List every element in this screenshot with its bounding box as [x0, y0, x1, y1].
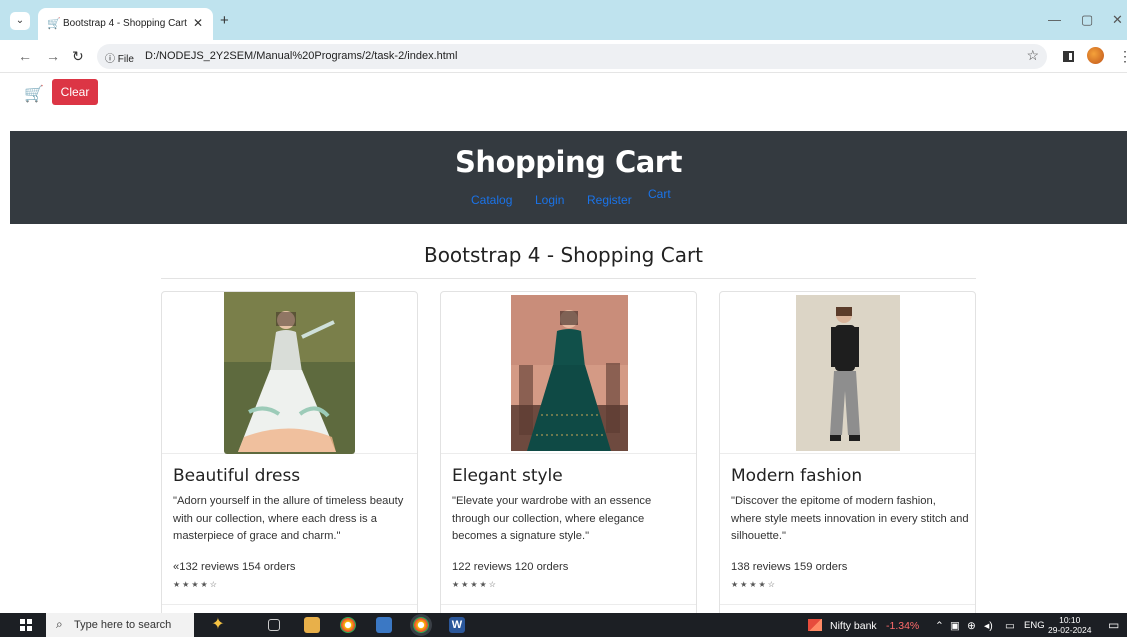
url-text[interactable]: D:/NODEJS_2Y2SEM/Manual%20Programs/2/tas… [145, 50, 457, 62]
address-bar-row: ← → ↻ ⓘ File D:/NODEJS_2Y2SEM/Manual%20P… [0, 40, 1127, 73]
product-image-frame [162, 292, 417, 454]
cart-icon[interactable]: 🛒 [24, 84, 44, 104]
nav-cart[interactable]: Cart [648, 187, 671, 201]
product-description: "Discover the epitome of modern fashion,… [731, 495, 969, 542]
chrome-icon[interactable] [340, 617, 356, 633]
back-icon[interactable]: ← [18, 48, 32, 64]
bookmark-star-icon[interactable]: ☆ [1026, 47, 1039, 64]
new-tab-icon[interactable]: + [220, 13, 229, 28]
product-meta: 122 reviews 120 orders [452, 561, 569, 573]
battery-icon[interactable]: ▭ [1005, 620, 1015, 632]
clear-button[interactable]: Clear [52, 79, 98, 105]
forward-icon[interactable]: → [46, 48, 60, 64]
tab-close-icon[interactable]: ✕ [193, 16, 203, 30]
product-meta: 138 reviews 159 orders [731, 561, 848, 573]
word-icon[interactable]: W [449, 617, 465, 633]
card-footer-divider [162, 604, 417, 605]
site-info-label: File [117, 54, 134, 65]
minimize-icon[interactable]: — [1048, 12, 1061, 27]
tray-chevron-icon[interactable]: ⌃ [935, 620, 944, 632]
product-meta: «132 reviews 154 orders [173, 561, 296, 573]
browser-menu-icon[interactable]: ⋮ [1118, 48, 1127, 65]
nav-catalog[interactable]: Catalog [471, 193, 512, 207]
taskbar-search[interactable]: ⌕ Type here to search [46, 613, 194, 637]
nav-register[interactable]: Register [587, 193, 632, 207]
product-title: Elegant style [452, 466, 563, 486]
product-image-frame [720, 292, 975, 454]
restore-icon[interactable]: ▢ [1081, 12, 1093, 28]
product-image-frame [441, 292, 696, 454]
network-icon[interactable]: ▣ [950, 620, 960, 632]
tab-search-chevron-icon[interactable]: ⌄ [10, 12, 30, 30]
side-panel-icon[interactable] [1063, 51, 1074, 62]
windows-start-icon[interactable] [20, 619, 32, 631]
app-icon[interactable] [376, 617, 392, 633]
task-view-icon[interactable] [268, 619, 280, 631]
file-explorer-icon[interactable] [304, 617, 320, 633]
nifty-change: -1.34% [886, 620, 920, 632]
product-rating-stars: ★★★★☆ [173, 580, 219, 589]
browser-tab-bar: ⌄ 🛒 Bootstrap 4 - Shopping Cart ✕ + — ▢ … [0, 0, 1127, 40]
card-footer-divider [441, 604, 696, 605]
clock[interactable]: 10:10 29-02-2024 [1048, 615, 1091, 635]
page-topbar: 🛒 Clear [0, 73, 1127, 131]
product-description: "Elevate your wardrobe with an essence t… [452, 495, 652, 542]
product-rating-stars: ★★★★☆ [452, 580, 498, 589]
language-indicator[interactable]: ENG [1024, 620, 1045, 631]
site-title: Shopping Cart [455, 145, 682, 179]
product-description: "Adorn yourself in the allure of timeles… [173, 495, 404, 542]
product-title: Modern fashion [731, 466, 863, 486]
cart-favicon-icon: 🛒 [47, 18, 61, 30]
clock-time: 10:10 [1059, 615, 1081, 625]
page-title: Bootstrap 4 - Shopping Cart [423, 243, 704, 267]
product-image-gown[interactable] [511, 295, 628, 451]
clock-date: 29-02-2024 [1048, 625, 1092, 635]
title-divider [161, 278, 976, 279]
stock-chart-icon [808, 619, 822, 631]
chrome-active-icon[interactable] [413, 617, 429, 633]
product-image-dress[interactable] [224, 292, 355, 454]
globe-icon[interactable]: ⊕ [967, 620, 976, 632]
product-title: Beautiful dress [173, 466, 301, 486]
taskbar-search-placeholder: Type here to search [74, 619, 172, 631]
sparkle-icon[interactable]: ✦ [210, 617, 226, 633]
profile-avatar[interactable] [1087, 47, 1104, 64]
product-card: Beautiful dress "Adorn yourself in the a… [161, 291, 418, 621]
notification-icon[interactable]: ▭ [1108, 618, 1119, 632]
site-header: Shopping Cart Catalog Login Register Car… [10, 131, 1127, 224]
search-icon: ⌕ [56, 617, 63, 631]
product-rating-stars: ★★★★☆ [731, 580, 777, 589]
product-image-modern[interactable] [796, 295, 900, 451]
close-window-icon[interactable]: ✕ [1112, 12, 1123, 28]
nifty-label[interactable]: Nifty bank [830, 620, 877, 632]
reload-icon[interactable]: ↻ [72, 48, 84, 65]
product-card: Elegant style "Elevate your wardrobe wit… [440, 291, 697, 621]
site-info-badge[interactable]: ⓘ File [105, 50, 134, 65]
nav-login[interactable]: Login [535, 193, 564, 207]
browser-tab[interactable]: 🛒 Bootstrap 4 - Shopping Cart ✕ [38, 8, 213, 40]
url-bar[interactable]: ⓘ File D:/NODEJS_2Y2SEM/Manual%20Program… [97, 44, 1047, 69]
speaker-icon[interactable]: ◂) [984, 620, 993, 632]
tab-title: Bootstrap 4 - Shopping Cart [63, 18, 187, 29]
card-footer-divider [720, 604, 975, 605]
product-card: Modern fashion "Discover the epitome of … [719, 291, 976, 621]
os-taskbar: ⌕ Type here to search ✦ W Nifty bank -1.… [0, 613, 1127, 637]
